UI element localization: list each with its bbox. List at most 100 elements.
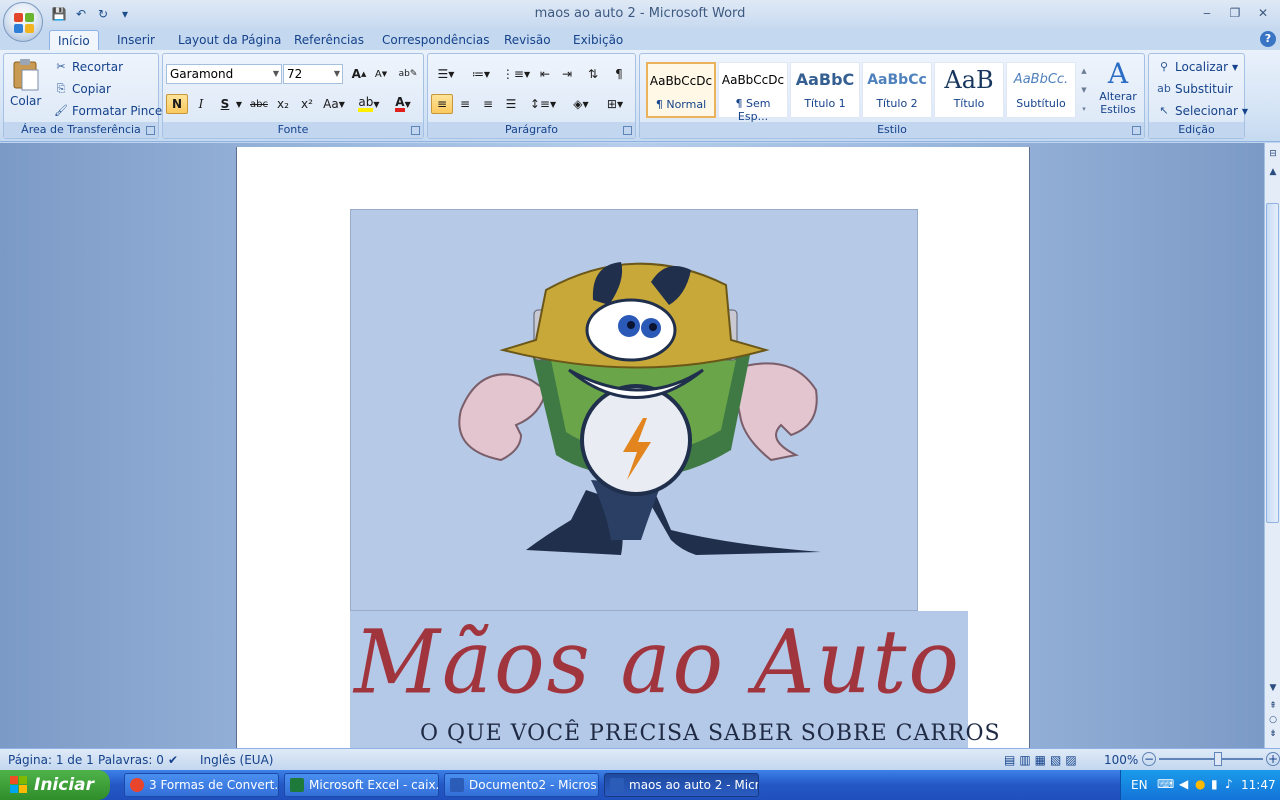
title-banner[interactable]: Mãos ao Auto O QUE VOCÊ PRECISA SABER SO…: [350, 611, 1000, 757]
tab-correspondencias[interactable]: Correspondências: [374, 30, 497, 50]
clear-format-icon[interactable]: ab✎: [397, 64, 419, 84]
style-titulo[interactable]: AaB Título: [934, 62, 1004, 118]
multilevel-list-button[interactable]: ⋮≡ ▼: [501, 64, 531, 84]
paragraph-launcher-icon[interactable]: [623, 126, 632, 135]
volume-icon[interactable]: ♪: [1225, 777, 1233, 791]
font-color-button[interactable]: A ▼: [389, 94, 417, 114]
minimize-button[interactable]: ‒: [1196, 4, 1218, 22]
subscript-button[interactable]: x₂: [272, 94, 294, 114]
taskbar-item-maos-ao-auto[interactable]: maos ao auto 2 - Micr...: [604, 773, 759, 797]
zoom-in-icon[interactable]: +: [1266, 752, 1280, 766]
italic-button[interactable]: I: [190, 94, 212, 114]
justify-button[interactable]: ☰: [500, 94, 522, 114]
line-spacing-button[interactable]: ↕≡ ▼: [528, 94, 558, 114]
help-icon[interactable]: ?: [1260, 31, 1276, 47]
browse-object-icon[interactable]: ○: [1267, 715, 1279, 727]
taskbar: Iniciar 3 Formas de Convert... Microsoft…: [0, 770, 1280, 800]
ruler-toggle-icon[interactable]: ⊟: [1267, 149, 1279, 161]
zoom-slider[interactable]: − +: [1142, 752, 1280, 766]
scroll-up-icon[interactable]: ▲: [1267, 167, 1279, 179]
network-icon[interactable]: ▮: [1211, 777, 1218, 791]
previous-page-icon[interactable]: ⇞: [1267, 701, 1279, 713]
font-name-combo[interactable]: Garamond ▼: [166, 64, 282, 84]
start-button[interactable]: Iniciar: [0, 770, 110, 800]
style-subtitulo[interactable]: AaBbCc. Subtítulo: [1006, 62, 1076, 118]
close-button[interactable]: ✕: [1252, 4, 1274, 22]
document-page[interactable]: Mãos ao Auto O QUE VOCÊ PRECISA SABER SO…: [236, 147, 1030, 757]
scroll-thumb[interactable]: [1266, 203, 1279, 523]
view-buttons-icon[interactable]: ▤▥▦▧▨: [1004, 753, 1081, 767]
shading-button[interactable]: ◈ ▼: [566, 94, 596, 114]
style-titulo-2[interactable]: AaBbCc Título 2: [862, 62, 932, 118]
font-size-combo[interactable]: 72 ▼: [283, 64, 343, 84]
style-sem-espacamento[interactable]: AaBbCcDc ¶ Sem Esp...: [718, 62, 788, 123]
office-button[interactable]: [3, 2, 43, 42]
align-right-icon: ≡: [482, 97, 494, 111]
select-button[interactable]: ↖ Selecionar ▼: [1157, 104, 1248, 118]
align-center-icon: ≡: [459, 97, 471, 111]
superscript-button[interactable]: x²: [296, 94, 318, 114]
align-left-button[interactable]: ≡: [431, 94, 453, 114]
increase-indent-button[interactable]: ⇥: [556, 64, 578, 84]
change-case-button[interactable]: Aa ▼: [320, 94, 348, 114]
bold-button[interactable]: N: [166, 94, 188, 114]
language-indicator[interactable]: EN: [1131, 778, 1148, 792]
mascot-image[interactable]: [350, 209, 918, 611]
sort-button[interactable]: ⇅: [582, 64, 604, 84]
strikethrough-button[interactable]: abc: [248, 94, 270, 114]
page-count[interactable]: Página: 1 de 1: [8, 753, 94, 767]
show-marks-button[interactable]: ¶: [608, 64, 630, 84]
keyboard-icon[interactable]: ⌨: [1157, 777, 1174, 791]
shrink-font-button[interactable]: A ▼: [370, 64, 392, 84]
proofing-icon[interactable]: ✔: [168, 753, 178, 767]
tab-revisao[interactable]: Revisão: [496, 30, 559, 50]
scroll-down-icon[interactable]: ▼: [1267, 683, 1279, 695]
taskbar-item-excel[interactable]: Microsoft Excel - caix...: [284, 773, 439, 797]
cursor-icon: ↖: [1159, 104, 1169, 117]
cut-button[interactable]: ✂ Recortar: [54, 60, 123, 74]
grow-font-button[interactable]: A ▲: [348, 64, 370, 84]
replace-button[interactable]: ab Substituir: [1157, 82, 1233, 96]
styles-scroll-down-icon[interactable]: ▼: [1077, 81, 1091, 99]
restore-button[interactable]: ❐: [1224, 4, 1246, 22]
paste-button[interactable]: Colar: [10, 58, 41, 108]
clipboard-launcher-icon[interactable]: [146, 126, 155, 135]
style-normal[interactable]: AaBbCcDc ¶ Normal: [646, 62, 716, 118]
tab-inicio[interactable]: Início: [49, 30, 99, 50]
zoom-level[interactable]: 100%: [1104, 753, 1138, 767]
tab-exibicao[interactable]: Exibição: [565, 30, 631, 50]
tab-layout[interactable]: Layout da Página: [170, 30, 289, 50]
vertical-scrollbar[interactable]: ⊟ ▲ ▼ ⇞ ○ ⇟: [1264, 143, 1280, 748]
borders-button[interactable]: ⊞ ▼: [600, 94, 630, 114]
font-launcher-icon[interactable]: [411, 126, 420, 135]
back-arrow-icon[interactable]: ◀: [1179, 777, 1188, 791]
copy-button[interactable]: ⎘ Copiar: [54, 82, 111, 96]
decrease-indent-button[interactable]: ⇤: [534, 64, 556, 84]
highlight-button[interactable]: ab ▼: [355, 94, 383, 114]
style-titulo-1[interactable]: AaBbC Título 1: [790, 62, 860, 118]
window-title: maos ao auto 2 - Microsoft Word: [534, 6, 746, 21]
bullets-button[interactable]: ☰ ▼: [431, 64, 461, 84]
language-status[interactable]: Inglês (EUA): [200, 753, 273, 767]
change-styles-button[interactable]: A Alterar Estilos: [1096, 58, 1140, 117]
numbering-button[interactable]: ≔ ▼: [466, 64, 496, 84]
styles-scroll-up-icon[interactable]: ▲: [1077, 62, 1091, 80]
tab-referencias[interactable]: Referências: [286, 30, 372, 50]
style-name: Título 1: [804, 97, 846, 110]
tab-inserir[interactable]: Inserir: [109, 30, 163, 50]
underline-dropdown-icon[interactable]: ▼: [233, 94, 245, 114]
align-right-button[interactable]: ≡: [477, 94, 499, 114]
styles-more-icon[interactable]: ▾: [1077, 100, 1091, 118]
align-center-button[interactable]: ≡: [454, 94, 476, 114]
taskbar-item-documento2[interactable]: Documento2 - Micros...: [444, 773, 599, 797]
word-count[interactable]: Palavras: 0: [98, 753, 164, 767]
notification-icon[interactable]: ●: [1195, 777, 1205, 791]
format-painter-button[interactable]: 🖌 Formatar Pincel: [54, 104, 166, 118]
zoom-out-icon[interactable]: −: [1142, 752, 1156, 766]
zoom-thumb[interactable]: [1214, 752, 1222, 766]
next-page-icon[interactable]: ⇟: [1267, 729, 1279, 741]
taskbar-item-chrome[interactable]: 3 Formas de Convert...: [124, 773, 279, 797]
clock[interactable]: 11:47: [1241, 778, 1276, 792]
find-button[interactable]: ⚲ Localizar ▼: [1157, 60, 1238, 74]
styles-launcher-icon[interactable]: [1132, 126, 1141, 135]
